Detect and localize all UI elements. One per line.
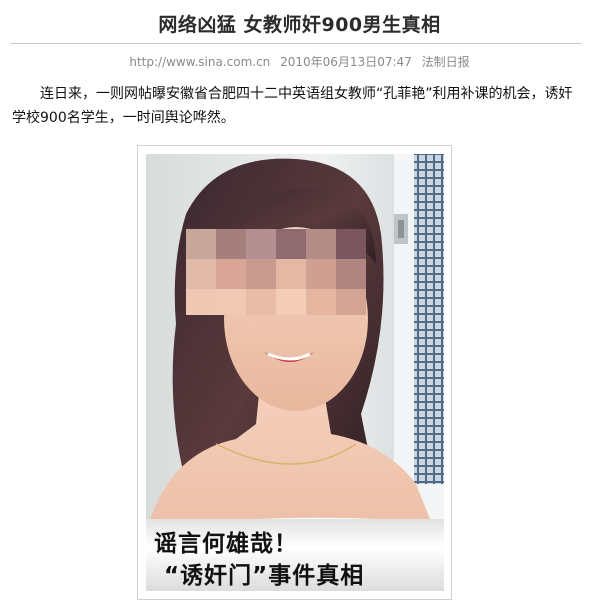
photo-caption-band: 谣言何雄哉！ “诱奸门”事件真相 [146, 519, 444, 591]
headline-divider [10, 43, 582, 44]
caption-line-1: 谣言何雄哉！ [154, 531, 298, 557]
source-url[interactable]: http://www.sina.com.cn [129, 55, 270, 69]
article-lede: 连日来，一则网帖曝安徽省合肥四十二中英语组女教师“孔菲艳”利用补课的机会，诱奸学… [12, 86, 573, 126]
article-photo-frame: 谣言何雄哉！ “诱奸门”事件真相 [137, 145, 452, 600]
article-meta: http://www.sina.com.cn 2010年06月13日07:47 … [0, 53, 599, 70]
publish-date: 2010年06月13日07:47 [280, 55, 412, 69]
privacy-mosaic [186, 229, 366, 315]
article-photo: 谣言何雄哉！ “诱奸门”事件真相 [146, 154, 444, 591]
source-outlet[interactable]: 法制日报 [422, 55, 470, 69]
caption-line-2: “诱奸门”事件真相 [164, 563, 365, 589]
article-headline: 网络凶猛 女教师奸900男生真相 [158, 14, 441, 36]
